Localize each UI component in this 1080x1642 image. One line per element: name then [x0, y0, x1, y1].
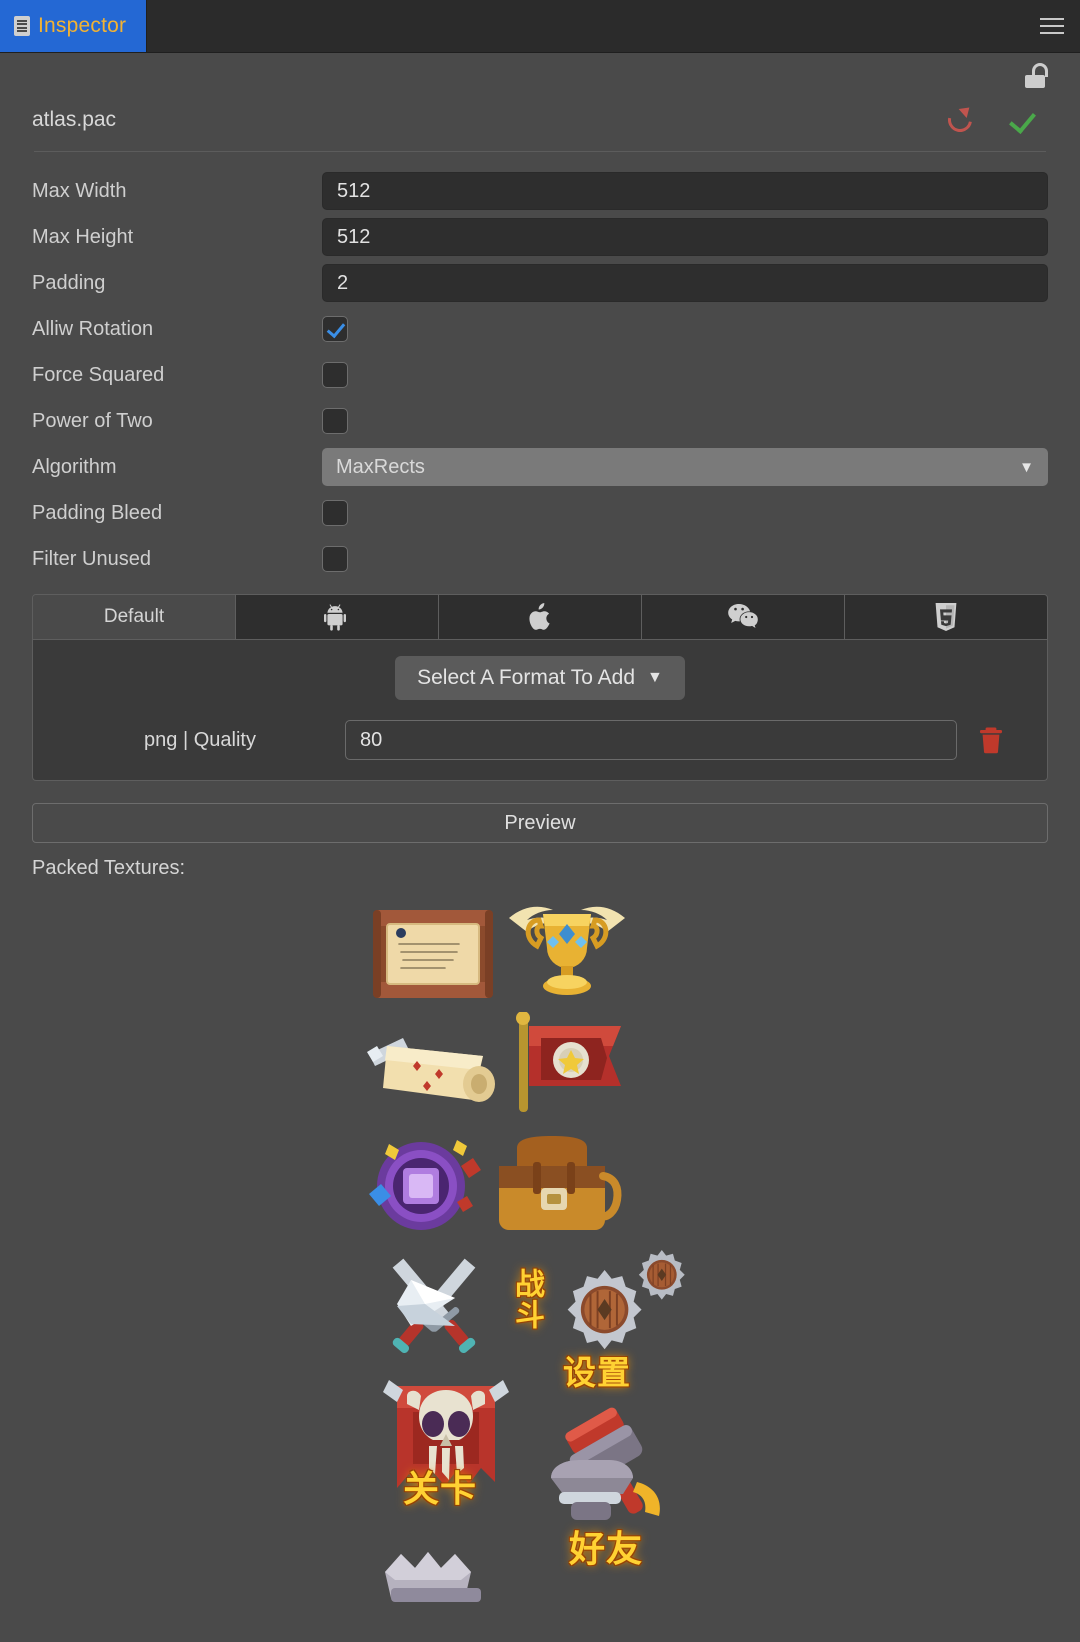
field-power-of-two	[322, 408, 1048, 434]
select-algorithm-value: MaxRects	[336, 455, 425, 478]
html5-icon	[934, 603, 958, 631]
platform-tabs: Default	[32, 594, 1048, 640]
header-actions	[943, 103, 1048, 137]
quest-scroll-icon[interactable]	[365, 1018, 497, 1112]
packed-textures-canvas: 战斗 设置 关卡 好友	[355, 886, 685, 1642]
chevron-down-icon: ▼	[647, 669, 663, 686]
texture-caption-levels: 关卡	[403, 1469, 478, 1510]
asset-header: atlas.pac	[0, 53, 1080, 152]
trash-icon[interactable]	[957, 726, 1025, 754]
wechat-icon	[728, 604, 758, 630]
android-icon	[324, 603, 350, 631]
file-row: atlas.pac	[32, 89, 1048, 151]
property-row-max-height: Max Height	[32, 214, 1048, 260]
format-row-label: png | Quality	[144, 728, 256, 751]
preview-button-label: Preview	[504, 811, 576, 834]
input-png-quality[interactable]	[345, 720, 957, 760]
checkbox-filter-unused[interactable]	[322, 546, 348, 572]
platform-tab-wechat[interactable]	[642, 595, 845, 639]
leather-bag-icon[interactable]	[485, 1132, 623, 1240]
label-algorithm: Algorithm	[32, 455, 117, 478]
field-padding	[322, 264, 1048, 302]
lock-open-icon[interactable]	[1022, 63, 1048, 89]
field-allow-rotation	[322, 316, 1048, 342]
label-power-of-two: Power of Two	[32, 409, 153, 432]
checkbox-force-squared[interactable]	[322, 362, 348, 388]
property-row-max-width: Max Width	[32, 168, 1048, 214]
asset-filename: atlas.pac	[32, 108, 117, 131]
texture-caption-settings: 设置	[563, 1353, 631, 1392]
texture-caption-battle: 战斗	[509, 1268, 544, 1330]
label-max-width: Max Width	[32, 179, 127, 202]
scroll-parchment-icon[interactable]	[371, 906, 495, 1002]
select-format-to-add-button[interactable]: Select A Format To Add ▼	[395, 656, 685, 700]
apple-icon	[528, 602, 552, 632]
wooden-gears-icon[interactable]	[563, 1244, 689, 1354]
tabbar-spacer	[147, 0, 1024, 52]
label-padding: Padding	[32, 271, 106, 294]
field-filter-unused	[322, 546, 1048, 572]
platform-tab-android[interactable]	[236, 595, 439, 639]
input-max-width[interactable]	[322, 172, 1048, 210]
property-row-power-of-two: Power of Two	[32, 398, 1048, 444]
field-algorithm: MaxRects ▼	[322, 448, 1048, 486]
crossed-swords-icon[interactable]	[359, 1246, 509, 1366]
platform-tab-default-label: Default	[103, 606, 165, 627]
property-row-filter-unused: Filter Unused	[32, 536, 1048, 582]
input-max-height[interactable]	[322, 218, 1048, 256]
field-max-width	[322, 172, 1048, 210]
label-filter-unused: Filter Unused	[32, 547, 151, 570]
property-row-padding-bleed: Padding Bleed	[32, 490, 1048, 536]
platform-tab-default[interactable]: Default	[33, 595, 236, 639]
property-row-padding: Padding	[32, 260, 1048, 306]
platform-section: Default Select A Format To Add ▼ png | Q…	[32, 594, 1048, 781]
field-padding-bleed	[322, 500, 1048, 526]
refresh-icon[interactable]	[943, 103, 977, 137]
preview-button[interactable]: Preview	[32, 803, 1048, 843]
platform-tab-html5[interactable]	[845, 595, 1047, 639]
purple-gem-badge-icon[interactable]	[361, 1130, 487, 1242]
label-force-squared: Force Squared	[32, 363, 165, 386]
chevron-down-icon: ▼	[1019, 458, 1034, 476]
checkbox-allow-rotation[interactable]	[322, 316, 348, 342]
checkbox-power-of-two[interactable]	[322, 408, 348, 434]
label-allow-rotation: Alliw Rotation	[32, 317, 154, 340]
red-banner-icon[interactable]	[507, 1012, 629, 1116]
field-force-squared	[322, 362, 1048, 388]
hamburger-menu-icon[interactable]	[1024, 0, 1080, 52]
tab-inspector-label: Inspector	[38, 14, 127, 37]
select-algorithm[interactable]: MaxRects ▼	[322, 448, 1048, 486]
input-padding[interactable]	[322, 264, 1048, 302]
texture-caption-friends: 好友	[569, 1529, 644, 1570]
format-add-wrap: Select A Format To Add ▼	[33, 656, 1047, 700]
format-row: png | Quality	[33, 720, 1047, 760]
field-max-height	[322, 218, 1048, 256]
stone-crown-icon[interactable]	[379, 1544, 493, 1608]
property-row-allow-rotation: Alliw Rotation	[32, 306, 1048, 352]
platform-tab-apple[interactable]	[439, 595, 642, 639]
property-row-algorithm: Algorithm MaxRects ▼	[32, 444, 1048, 490]
property-list: Max Width Max Height Padding Alliw Rotat…	[0, 152, 1080, 582]
checkbox-padding-bleed[interactable]	[322, 500, 348, 526]
format-panel: Select A Format To Add ▼ png | Quality	[32, 640, 1048, 781]
property-row-force-squared: Force Squared	[32, 352, 1048, 398]
tab-inspector[interactable]: Inspector	[0, 0, 148, 52]
format-row-field	[345, 720, 957, 760]
select-format-to-add-label: Select A Format To Add	[417, 666, 636, 689]
lock-row	[32, 53, 1048, 89]
label-max-height: Max Height	[32, 225, 134, 248]
winged-trophy-icon[interactable]	[505, 892, 629, 1002]
inspector-window: Inspector atlas.pac Max Width 512 Max He…	[0, 0, 1080, 1642]
checkmark-icon[interactable]	[1010, 105, 1040, 135]
hammer-anvil-icon[interactable]	[545, 1406, 685, 1538]
packed-textures-area: 战斗 设置 关卡 好友	[0, 886, 1080, 1642]
inspector-icon	[14, 16, 30, 36]
window-tabbar: Inspector	[0, 0, 1080, 53]
packed-textures-label: Packed Textures:	[32, 857, 186, 879]
label-padding-bleed: Padding Bleed	[32, 501, 163, 524]
header-divider	[34, 151, 1046, 152]
